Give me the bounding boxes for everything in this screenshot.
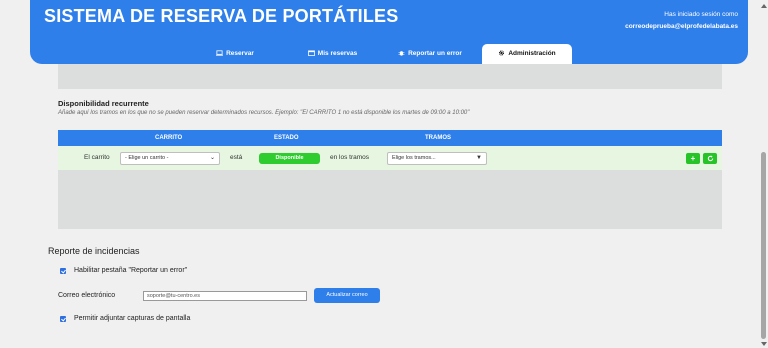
screenshots-label: Permitir adjuntar capturas de pantalla — [74, 315, 191, 322]
email-field[interactable]: soporte@tu-centro.es — [143, 291, 307, 301]
tab-label: Administración — [508, 50, 556, 57]
main-tabs: Reservar Mis reservas Reportar un error … — [30, 44, 748, 64]
bug-icon — [398, 51, 405, 56]
tab-administracion[interactable]: Administración — [482, 44, 572, 64]
tab-label: Reportar un error — [408, 50, 462, 57]
tab-reservar[interactable]: Reservar — [195, 44, 275, 64]
app-header: SISTEMA DE RESERVA DE PORTÁTILES Has ini… — [30, 0, 748, 64]
scrollbar[interactable] — [759, 0, 768, 348]
col-estado: ESTADO — [274, 135, 299, 141]
refresh-icon — [707, 155, 713, 162]
enable-tab-checkbox[interactable] — [60, 268, 66, 274]
app-title: SISTEMA DE RESERVA DE PORTÁTILES — [44, 6, 399, 26]
row-prefix: El carrito — [84, 154, 110, 161]
is-label: está — [230, 154, 243, 161]
email-label: Correo electrónico — [58, 292, 116, 299]
slots-select-value: Elige los tramos... — [392, 155, 436, 161]
incidents-title: Reporte de incidencias — [48, 246, 140, 256]
availability-table-header: CARRITO ESTADO TRAMOS — [58, 130, 722, 146]
update-email-button[interactable]: Actualizar correo — [314, 288, 380, 303]
gray-panel — [58, 170, 722, 229]
gray-panel — [58, 64, 722, 89]
screenshots-checkbox[interactable] — [60, 316, 66, 322]
tab-label: Mis reservas — [317, 50, 358, 57]
scrollbar-thumb[interactable] — [761, 152, 766, 339]
availability-title: Disponibilidad recurrente — [58, 99, 149, 108]
cart-select-value: - Elige un carrito - — [125, 155, 169, 161]
status-toggle[interactable]: Disponible — [259, 153, 320, 164]
tab-reportar-error[interactable]: Reportar un error — [380, 44, 480, 64]
scroll-up-arrow-icon[interactable] — [761, 4, 767, 8]
calendar-icon — [307, 50, 315, 56]
session-info: Has iniciado sesión como correodeprueba@… — [625, 9, 738, 33]
plus-icon: + — [690, 154, 696, 163]
availability-description: Añade aquí los tramos en los que no se p… — [58, 110, 470, 116]
add-row-button[interactable]: + — [686, 153, 700, 164]
chevron-down-icon: ⌄ — [209, 155, 215, 161]
enable-tab-label: Habilitar pestaña "Reportar un error" — [74, 267, 188, 274]
in-slots-label: en los tramos — [330, 154, 370, 161]
tab-mis-reservas[interactable]: Mis reservas — [285, 44, 380, 64]
scroll-down-arrow-icon[interactable] — [761, 342, 767, 346]
slots-select[interactable]: Elige los tramos... ▼ — [387, 152, 487, 165]
cart-select[interactable]: - Elige un carrito - ⌄ — [120, 152, 220, 165]
col-tramos: TRAMOS — [425, 135, 451, 141]
admin-content: Disponibilidad recurrente Añade aquí los… — [47, 64, 723, 348]
caret-down-icon: ▼ — [476, 155, 482, 161]
tab-label: Reservar — [226, 50, 254, 57]
session-email: correodeprueba@elprofedelabata.es — [625, 23, 738, 30]
session-label: Has iniciado sesión como — [664, 11, 738, 18]
availability-row: El carrito - Elige un carrito - ⌄ está D… — [58, 146, 722, 170]
gear-icon — [499, 50, 505, 56]
laptop-icon — [216, 50, 224, 56]
refresh-button[interactable] — [703, 153, 717, 164]
col-carrito: CARRITO — [155, 135, 183, 141]
